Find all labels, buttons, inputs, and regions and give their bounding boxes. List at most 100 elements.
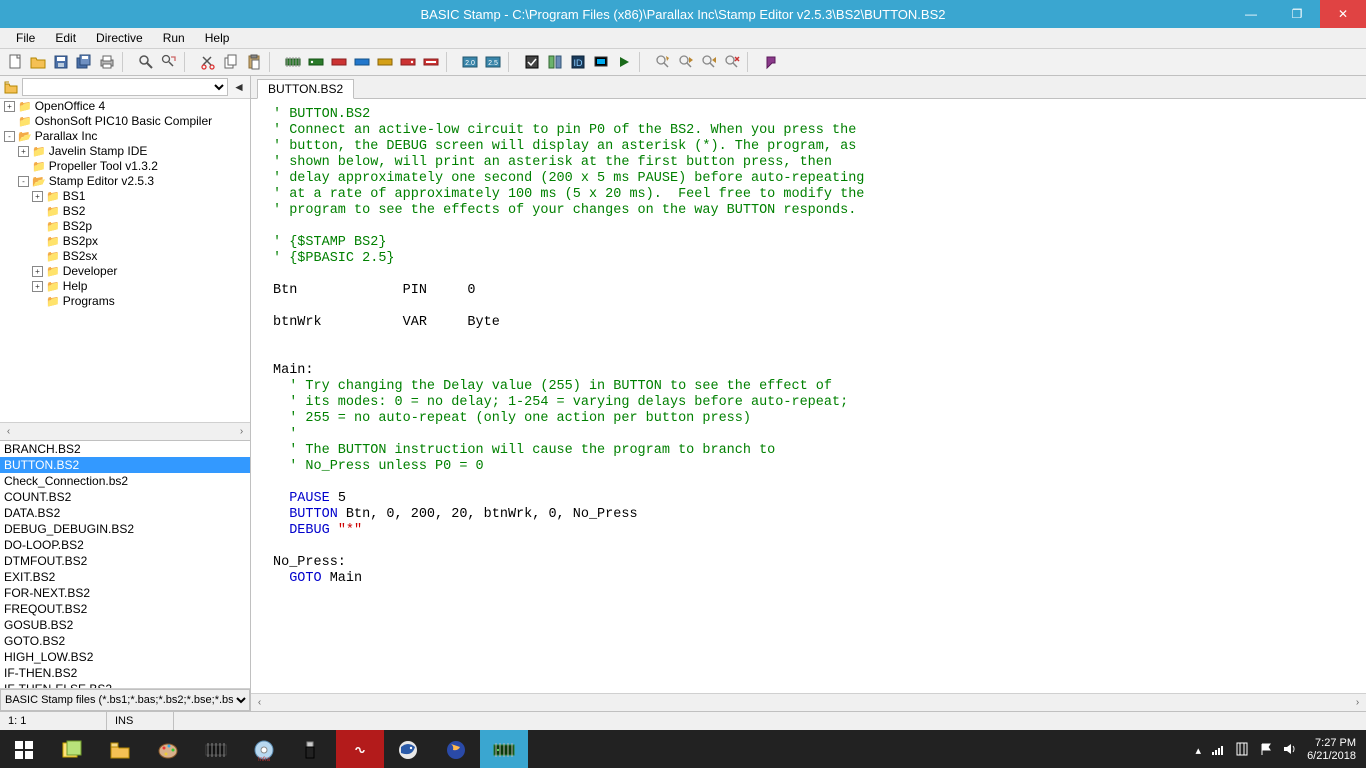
new-file-icon[interactable] [4, 51, 26, 73]
tree-expander-icon[interactable]: + [32, 191, 43, 202]
tray-network-icon[interactable] [1211, 742, 1225, 759]
tab-button-bs2[interactable]: BUTTON.BS2 [257, 79, 354, 99]
bookmark-clear-icon[interactable] [721, 51, 743, 73]
taskbar-firefox-icon[interactable] [432, 730, 480, 768]
copy-icon[interactable] [220, 51, 242, 73]
open-file-icon[interactable] [27, 51, 49, 73]
tree-item[interactable]: +Javelin Stamp IDE [0, 144, 250, 159]
bookmark-icon[interactable] [652, 51, 674, 73]
tree-item[interactable]: BS2sx [0, 249, 250, 264]
pbasic25-icon[interactable]: 2.5 [482, 51, 504, 73]
tree-item[interactable]: Programs [0, 294, 250, 309]
file-list-item[interactable]: GOTO.BS2 [0, 633, 250, 649]
file-list-item[interactable]: BRANCH.BS2 [0, 441, 250, 457]
tree-item[interactable]: Propeller Tool v1.3.2 [0, 159, 250, 174]
window-minimize-button[interactable] [1228, 0, 1274, 28]
window-close-button[interactable] [1320, 0, 1366, 28]
file-list-item[interactable]: COUNT.BS2 [0, 489, 250, 505]
recent-folders-icon[interactable] [2, 78, 20, 96]
code-editor[interactable]: ' BUTTON.BS2 ' Connect an active-low cir… [251, 99, 1366, 693]
file-list-item[interactable]: FREQOUT.BS2 [0, 601, 250, 617]
tray-volume-icon[interactable] [1283, 742, 1297, 759]
file-list-item[interactable]: DTMFOUT.BS2 [0, 553, 250, 569]
help-icon[interactable] [760, 51, 782, 73]
paste-icon[interactable] [243, 51, 265, 73]
find-icon[interactable] [135, 51, 157, 73]
debug-icon[interactable] [590, 51, 612, 73]
folder-tree[interactable]: +OpenOffice 4OshonSoft PIC10 Basic Compi… [0, 99, 250, 422]
print-icon[interactable] [96, 51, 118, 73]
tree-item[interactable]: +Developer [0, 264, 250, 279]
taskbar-basicstamp-icon[interactable] [480, 730, 528, 768]
file-list-item[interactable]: HIGH_LOW.BS2 [0, 649, 250, 665]
pbasic20-icon[interactable]: 2.0 [459, 51, 481, 73]
memory-map-icon[interactable] [544, 51, 566, 73]
bookmark-prev-icon[interactable] [698, 51, 720, 73]
file-list-item[interactable]: GOSUB.BS2 [0, 617, 250, 633]
taskbar-stickynotes-icon[interactable] [48, 730, 96, 768]
stamp-bs2p-icon[interactable] [374, 51, 396, 73]
tree-item[interactable]: BS2p [0, 219, 250, 234]
tree-item[interactable]: BS2px [0, 234, 250, 249]
tree-item[interactable]: BS2 [0, 204, 250, 219]
taskbar-pdf-icon[interactable] [336, 730, 384, 768]
tree-expander-icon[interactable]: + [32, 266, 43, 277]
tree-item[interactable]: +BS1 [0, 189, 250, 204]
tree-item[interactable]: -Parallax Inc [0, 129, 250, 144]
tree-item[interactable]: +OpenOffice 4 [0, 99, 250, 114]
stamp-bs2-icon[interactable] [305, 51, 327, 73]
file-filter-combo[interactable]: BASIC Stamp files (*.bs1;*.bas;*.bs2;*.b… [0, 689, 250, 711]
stamp-bs2sx-icon[interactable] [351, 51, 373, 73]
file-list-item[interactable]: BUTTON.BS2 [0, 457, 250, 473]
file-list-item[interactable]: DEBUG_DEBUGIN.BS2 [0, 521, 250, 537]
menu-directive[interactable]: Directive [86, 29, 153, 47]
file-list-item[interactable]: EXIT.BS2 [0, 569, 250, 585]
file-list-item[interactable]: Check_Connection.bs2 [0, 473, 250, 489]
menu-run[interactable]: Run [153, 29, 195, 47]
taskbar-thunderbird-icon[interactable] [384, 730, 432, 768]
collapse-tree-icon[interactable]: ◄ [230, 78, 248, 96]
file-list-item[interactable]: IF-THEN.BS2 [0, 665, 250, 681]
tray-flag-icon[interactable] [1259, 742, 1273, 759]
stamp-bs1-icon[interactable] [282, 51, 304, 73]
tree-expander-icon[interactable]: + [32, 281, 43, 292]
save-all-icon[interactable] [73, 51, 95, 73]
window-maximize-button[interactable] [1274, 0, 1320, 28]
run-icon[interactable] [613, 51, 635, 73]
editor-hscroll[interactable]: ‹› [251, 693, 1366, 711]
taskbar-infrarecorder-icon[interactable]: Infra [240, 730, 288, 768]
taskbar-usb-icon[interactable] [288, 730, 336, 768]
file-list-item[interactable]: DATA.BS2 [0, 505, 250, 521]
menu-help[interactable]: Help [195, 29, 240, 47]
tree-expander-icon[interactable]: - [18, 176, 29, 187]
tree-expander-icon[interactable]: + [18, 146, 29, 157]
menu-file[interactable]: File [6, 29, 45, 47]
syntax-check-icon[interactable] [521, 51, 543, 73]
tray-action-center-icon[interactable] [1235, 742, 1249, 759]
start-button[interactable] [0, 730, 48, 768]
tree-item[interactable]: OshonSoft PIC10 Basic Compiler [0, 114, 250, 129]
stamp-bs2px-icon[interactable] [420, 51, 442, 73]
tray-clock[interactable]: 7:27 PM 6/21/2018 [1307, 737, 1356, 763]
menu-edit[interactable]: Edit [45, 29, 86, 47]
taskbar-paint-icon[interactable] [144, 730, 192, 768]
tree-expander-icon[interactable]: + [4, 101, 15, 112]
find-replace-icon[interactable] [158, 51, 180, 73]
taskbar-explorer-icon[interactable] [96, 730, 144, 768]
file-list-item[interactable]: DO-LOOP.BS2 [0, 537, 250, 553]
folder-path-combo[interactable] [22, 78, 228, 96]
file-list-item[interactable]: FOR-NEXT.BS2 [0, 585, 250, 601]
cut-icon[interactable] [197, 51, 219, 73]
tree-item[interactable]: -Stamp Editor v2.5.3 [0, 174, 250, 189]
tree-hscroll[interactable]: ‹› [0, 422, 250, 440]
file-list-item[interactable]: IF-THEN-ELSE.BS2 [0, 681, 250, 688]
identify-icon[interactable]: ID [567, 51, 589, 73]
tray-hidden-icons[interactable]: ▴ [1196, 744, 1202, 757]
tree-item[interactable]: +Help [0, 279, 250, 294]
file-list[interactable]: BRANCH.BS2BUTTON.BS2Check_Connection.bs2… [0, 440, 250, 688]
bookmark-next-icon[interactable] [675, 51, 697, 73]
stamp-bs2pe-icon[interactable] [397, 51, 419, 73]
save-file-icon[interactable] [50, 51, 72, 73]
tree-expander-icon[interactable]: - [4, 131, 15, 142]
taskbar-chip1-icon[interactable] [192, 730, 240, 768]
